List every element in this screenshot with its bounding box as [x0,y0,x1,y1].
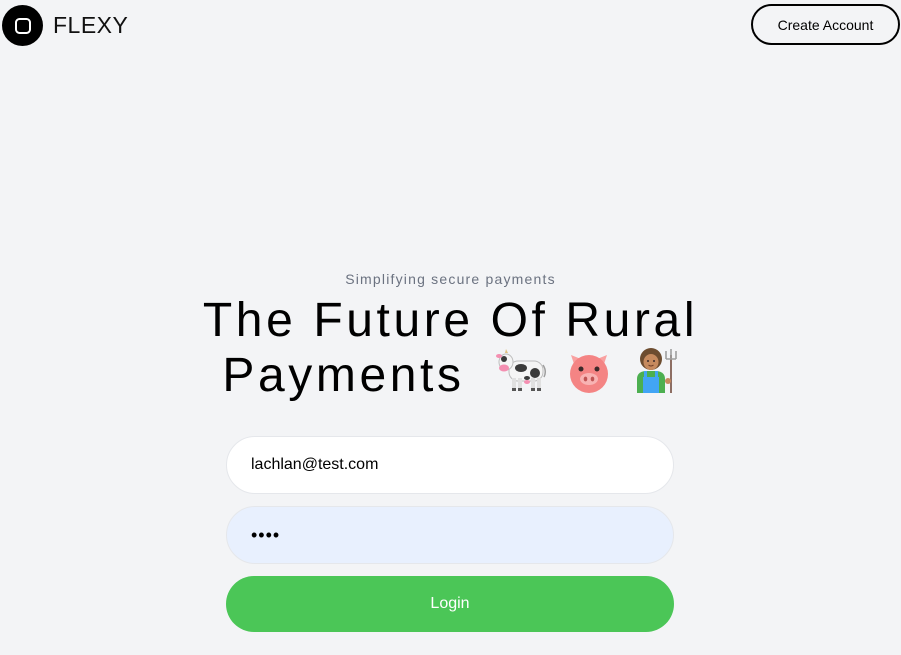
headline-payments-word: Payments [222,349,465,402]
page-title: The Future Of Rural Payments [0,297,901,400]
login-button[interactable]: Login [226,576,674,632]
brand-logo[interactable]: FLEXY [2,5,128,46]
tagline: Simplifying secure payments [345,271,556,287]
cow-emoji [495,347,547,395]
create-account-button[interactable]: Create Account [751,4,900,45]
email-field[interactable] [226,436,674,494]
headline-line-1: The Future Of Rural [202,294,699,347]
password-field[interactable] [226,506,674,564]
square-logo-icon [2,5,43,46]
pig-face-emoji [565,349,613,395]
farmer-emoji [631,345,679,395]
headline-line-2: Payments [0,345,901,400]
brand-name: FLEXY [53,12,129,38]
